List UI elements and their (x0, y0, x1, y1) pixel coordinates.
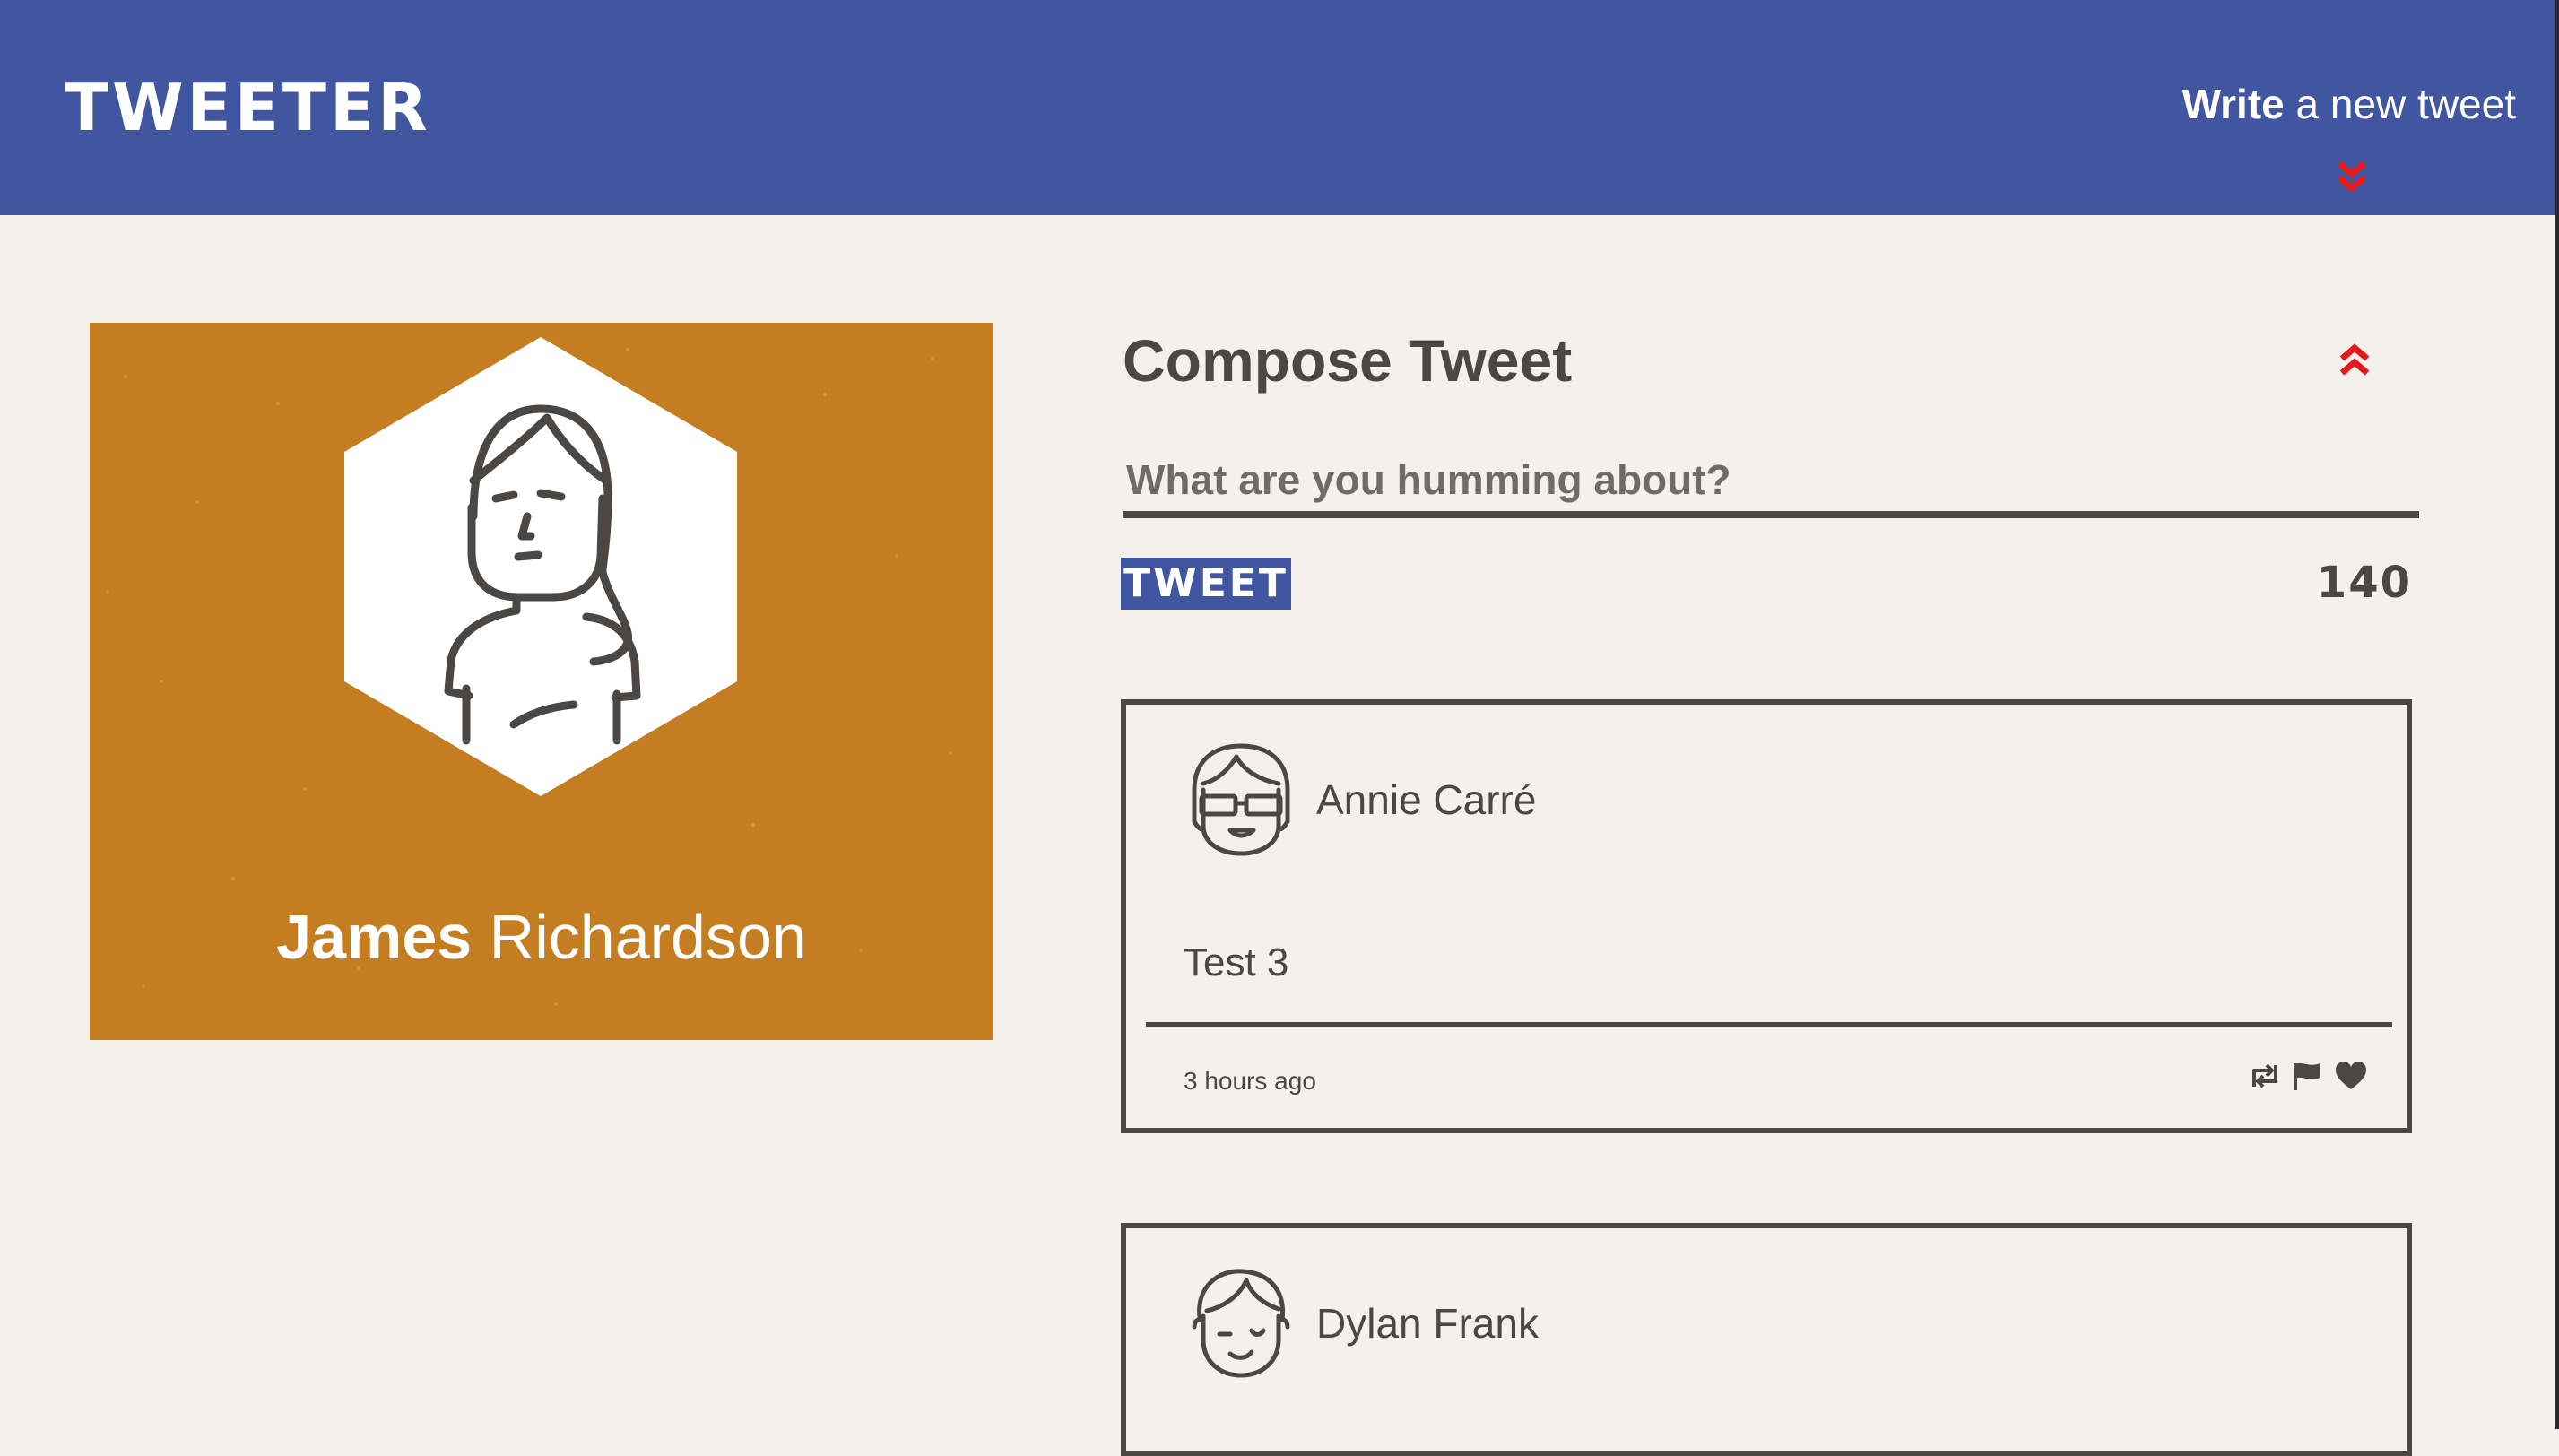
tweet-card: Dylan Frank (1121, 1223, 2412, 1456)
retweet-icon[interactable] (2247, 1060, 2283, 1092)
tweet-timestamp: 3 hours ago (1184, 1067, 1316, 1095)
girl-with-glasses-avatar-icon (1192, 743, 1290, 856)
profile-first-name: James (276, 902, 473, 972)
tweet-submit-button[interactable]: TWEET (1121, 558, 1291, 610)
window-edge (2555, 0, 2559, 1429)
double-chevron-down-icon[interactable] (2336, 160, 2368, 195)
write-label-bold: Write (2182, 81, 2285, 127)
profile-last-name: Richardson (489, 902, 807, 972)
tweet-text-input[interactable] (1123, 448, 2419, 518)
tweet-card: Annie Carré Test 3 3 hours ago (1121, 699, 2412, 1133)
write-new-tweet-link[interactable]: Write a new tweet (2182, 77, 2516, 131)
heart-icon[interactable] (2333, 1060, 2369, 1092)
female-avatar-icon (344, 337, 737, 796)
flag-icon[interactable] (2290, 1060, 2326, 1092)
tweet-author: Dylan Frank (1316, 1300, 1539, 1347)
profile-name: James Richardson (90, 897, 993, 977)
write-label-rest: a new tweet (2284, 81, 2517, 127)
app-logo[interactable]: TWEETER (65, 72, 431, 143)
tweet-actions (2247, 1060, 2369, 1096)
double-chevron-up-icon[interactable] (2338, 341, 2371, 378)
boy-winking-avatar-icon (1192, 1269, 1290, 1378)
tweet-author: Annie Carré (1316, 776, 1537, 823)
character-counter: 140 (2316, 558, 2412, 608)
compose-title: Compose Tweet (1123, 327, 1573, 394)
tweet-content: Test 3 (1184, 940, 1289, 984)
tweet-divider (1146, 1022, 2392, 1027)
top-nav: TWEETER Write a new tweet (0, 0, 2555, 215)
profile-card: James Richardson (90, 323, 993, 1040)
